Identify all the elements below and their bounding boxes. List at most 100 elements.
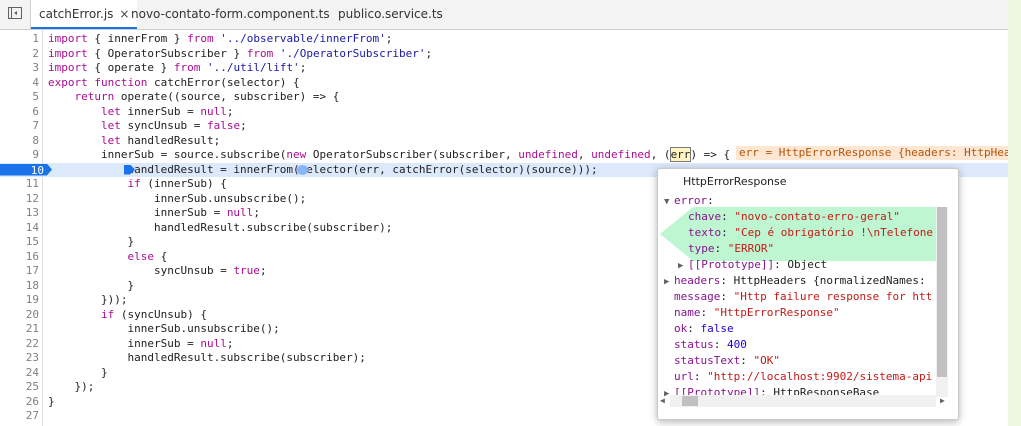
scroll-right-icon[interactable]: ▶ <box>940 395 945 407</box>
line-number[interactable]: 12 <box>0 192 39 207</box>
line-number[interactable]: 9 <box>0 148 39 163</box>
code-text: import { OperatorSubscriber } from './Op… <box>48 46 433 60</box>
property-row[interactable]: ok: false <box>664 321 734 337</box>
code-text: innerSub = null; <box>48 206 260 219</box>
property-row[interactable]: status: 400 <box>664 337 747 353</box>
close-tab-icon[interactable]: × <box>119 7 129 21</box>
property-separator: : <box>720 274 734 287</box>
horizontal-scroll-thumb[interactable] <box>682 396 698 406</box>
property-value: "Cep é obrigatório !\nTelefone <box>734 226 934 239</box>
property-separator: : <box>774 258 788 271</box>
code-text: if (syncUnsub) { <box>100 307 207 321</box>
line-number[interactable]: 26 <box>0 395 39 410</box>
line-number[interactable]: 21 <box>0 322 39 337</box>
code-text: } <box>48 394 55 408</box>
popover-title: HttpErrorResponse <box>683 175 787 188</box>
line-number[interactable]: 18 <box>0 279 39 294</box>
property-row[interactable]: ▶ headers: HttpHeaders {normalizedNames: <box>664 273 926 289</box>
code-text: export function catchError(selector) { <box>48 75 300 89</box>
property-row[interactable]: type: "ERROR" <box>678 241 774 257</box>
line-number[interactable]: 11 <box>0 177 39 192</box>
vertical-scroll-thumb[interactable] <box>937 207 947 377</box>
line-number[interactable]: 8 <box>0 134 39 149</box>
line-number[interactable]: 2 <box>0 47 39 62</box>
line-number[interactable]: 6 <box>0 105 39 120</box>
line-number[interactable]: 23 <box>0 351 39 366</box>
code-text: handledResult.subscribe(subscriber); <box>48 220 393 234</box>
tab-novo-contato-form[interactable]: novo-contato-form.component.ts <box>131 0 330 29</box>
expanded-triangle-icon[interactable]: ▼ <box>664 194 674 210</box>
collapsed-triangle-icon[interactable]: ▶ <box>678 258 688 274</box>
property-key: statusText <box>674 354 741 367</box>
line-number[interactable]: 24 <box>0 366 39 381</box>
code-text: else { <box>127 249 168 263</box>
code-line: 1 import { innerFrom } from '../observabl… <box>0 32 1008 47</box>
vertical-scrollbar[interactable] <box>936 207 948 397</box>
property-key: url <box>674 370 694 383</box>
code-text: })); <box>48 293 128 306</box>
property-value: false <box>700 322 734 335</box>
code-text: } <box>48 235 135 248</box>
line-number[interactable]: 7 <box>0 119 39 134</box>
property-row[interactable]: ▼ error: <box>664 193 714 209</box>
line-number[interactable]: 13 <box>0 206 39 221</box>
variable-popover[interactable]: HttpErrorResponse ▼ error: chave: "novo-… <box>657 168 959 420</box>
line-number[interactable]: 5 <box>0 90 39 105</box>
horizontal-scrollbar[interactable]: ◀ ▶ <box>660 395 945 407</box>
line-number[interactable]: 25 <box>0 380 39 395</box>
property-row[interactable]: chave: "novo-contato-erro-geral" <box>678 209 900 225</box>
line-number[interactable]: 4 <box>0 76 39 91</box>
line-number[interactable]: 16 <box>0 250 39 265</box>
property-key: error <box>674 194 708 207</box>
code-text: } <box>48 365 108 379</box>
code-text: syncUnsub = true; <box>48 264 267 277</box>
property-value: "http://localhost:9902/sistema-api <box>707 370 933 383</box>
code-text: }); <box>48 380 95 393</box>
property-row[interactable]: url: "http://localhost:9902/sistema-api <box>664 369 932 385</box>
toggle-navigator-icon[interactable] <box>8 7 22 19</box>
line-number[interactable]: 19 <box>0 293 39 308</box>
property-row[interactable]: texto: "Cep é obrigatório !\nTelefone <box>678 225 933 241</box>
property-row[interactable]: name: "HttpErrorResponse" <box>664 305 840 321</box>
code-line: 7 let syncUnsub = false; <box>0 119 1008 134</box>
code-text: innerSub = null; <box>48 336 234 350</box>
code-text: if (innerSub) { <box>127 177 227 190</box>
line-number[interactable]: 3 <box>0 61 39 76</box>
line-number[interactable]: 20 <box>0 308 39 323</box>
property-key: name <box>674 306 701 319</box>
line-number[interactable]: 22 <box>0 337 39 352</box>
collapsed-triangle-icon[interactable]: ▶ <box>664 274 674 290</box>
inline-breakpoint-icon[interactable] <box>297 164 308 175</box>
property-key: ok <box>674 322 688 335</box>
property-key: chave <box>688 210 722 223</box>
line-number[interactable]: 1 <box>0 32 39 47</box>
property-separator: : <box>721 226 735 239</box>
property-key: message <box>674 290 721 303</box>
tab-publico-service[interactable]: publico.service.ts <box>338 0 443 29</box>
code-text: let handledResult; <box>100 133 221 147</box>
hovered-variable[interactable]: err <box>669 147 692 162</box>
line-number[interactable]: 10 <box>0 163 52 176</box>
property-row[interactable]: message: "Http failure response for htt <box>664 289 932 305</box>
property-value: "ERROR" <box>727 242 775 255</box>
code-text: innerSub.unsubscribe(); <box>48 322 280 335</box>
line-number[interactable]: 27 <box>0 409 39 424</box>
code-text: return operate((source, subscriber) => { <box>74 90 340 103</box>
code-line: 4 export function catchError(selector) { <box>0 76 1008 91</box>
scroll-left-icon[interactable]: ◀ <box>660 395 665 407</box>
line-number[interactable]: 17 <box>0 264 39 279</box>
code-line: 6 let innerSub = null; <box>0 105 1008 120</box>
property-row[interactable]: ▶ [[Prototype]]: Object <box>678 257 827 273</box>
inline-variable-value: err = HttpErrorResponse {headers: HttpHe… <box>736 146 1010 160</box>
line-number[interactable]: 14 <box>0 221 39 236</box>
line-number[interactable]: 15 <box>0 235 39 250</box>
tab-catcherror[interactable]: catchError.js × <box>31 0 138 29</box>
editor-tab-bar: catchError.js × novo-contato-form.compone… <box>0 0 1008 30</box>
property-separator: : <box>700 306 714 319</box>
property-row[interactable]: statusText: "OK" <box>664 353 780 369</box>
